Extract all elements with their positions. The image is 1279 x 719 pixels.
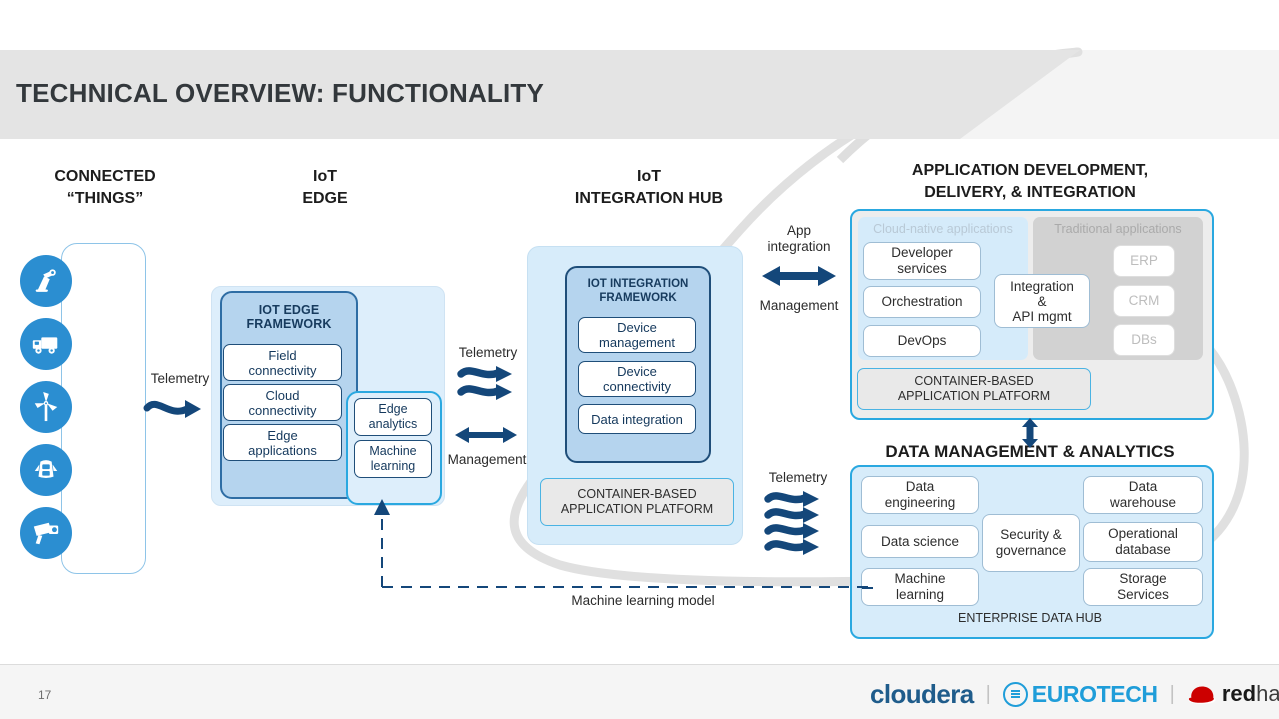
edge-item-edge-applications[interactable]: Edge applications	[223, 424, 342, 461]
robot-arm-icon	[35, 269, 56, 292]
caption-line-1: IoT	[637, 168, 661, 185]
data-item-security-governance[interactable]: Security & governance	[982, 514, 1080, 572]
edge-item-cloud-connectivity[interactable]: Cloud connectivity	[223, 384, 342, 421]
caption-line-2: EDGE	[302, 190, 348, 207]
camera-icon	[33, 522, 59, 545]
redhat-logo-text: redhat	[1222, 681, 1279, 707]
footer-logos: cloudera | EUROTECH | redhat	[870, 679, 1279, 709]
label-ml-model: Machine learning model	[571, 593, 715, 608]
data-item-data-engineering[interactable]: Data engineering	[861, 476, 979, 514]
thing-car[interactable]	[20, 444, 72, 496]
page-number: 17	[38, 688, 52, 702]
thing-truck[interactable]	[20, 318, 72, 370]
car-icon	[34, 460, 58, 478]
data-item-data-science[interactable]: Data science	[861, 525, 979, 558]
data-item-operational-database[interactable]: Operational database	[1083, 522, 1203, 562]
app-integration-arrow	[762, 266, 836, 286]
caption-line-1: IoT	[313, 168, 337, 185]
caption-line-2: “THINGS”	[66, 190, 144, 207]
appdev-item-developer-services[interactable]: Developer services	[863, 242, 981, 280]
ml-model-line-endcap	[862, 587, 880, 589]
appdev-item-crm[interactable]: CRM	[1113, 285, 1175, 317]
caption-iot-edge: IoT EDGE	[240, 166, 410, 210]
label-app-integration: App integration	[767, 223, 831, 254]
caption-line-2: DELIVERY, & INTEGRATION	[924, 184, 1136, 201]
label-telemetry-edge-hub: Telemetry	[458, 345, 518, 360]
data-item-data-warehouse[interactable]: Data warehouse	[1083, 476, 1203, 514]
data-item-storage-services[interactable]: Storage Services	[1083, 568, 1203, 606]
thing-robot-arm[interactable]	[20, 255, 72, 307]
thing-wind-turbine[interactable]	[20, 381, 72, 433]
telemetry-arrow-edge-to-hub	[457, 366, 512, 400]
page-title: TECHNICAL OVERVIEW: FUNCTIONALITY	[16, 78, 545, 108]
redhat-logo: redhat	[1187, 681, 1279, 707]
appdev-item-integration-api-mgmt[interactable]: Integration & API mgmt	[994, 274, 1090, 328]
caption-iot-integration-hub: IoT INTEGRATION HUB	[524, 166, 774, 210]
appdev-item-devops[interactable]: DevOps	[863, 325, 981, 357]
redhat-logo-text-hat: hat	[1256, 681, 1279, 706]
edge-item-machine-learning[interactable]: Machine learning	[354, 440, 432, 478]
caption-line-2: INTEGRATION HUB	[574, 190, 724, 207]
label-management-hub-app: Management	[759, 298, 839, 313]
edge-item-field-connectivity[interactable]: Field connectivity	[223, 344, 342, 381]
caption-line-1: APPLICATION DEVELOPMENT,	[911, 162, 1149, 179]
appdev-item-orchestration[interactable]: Orchestration	[863, 286, 981, 318]
label-telemetry-things-edge: Telemetry	[150, 371, 210, 386]
truck-icon	[32, 337, 58, 354]
eurotech-logo-text: EUROTECH	[1031, 680, 1158, 707]
caption-app-dev: APPLICATION DEVELOPMENT, DELIVERY, & INT…	[845, 160, 1215, 204]
hub-item-data-integration[interactable]: Data integration	[578, 404, 696, 434]
hub-item-device-connectivity[interactable]: Device connectivity	[578, 361, 696, 397]
traditional-header: Traditional applications	[1054, 222, 1182, 236]
eurotech-logo: EUROTECH	[1002, 680, 1158, 708]
iot-edge-framework-title: IOT EDGE FRAMEWORK	[246, 303, 332, 331]
caption-connected-things: CONNECTED “THINGS”	[20, 166, 190, 210]
iot-hub-framework-title: IOT INTEGRATION FRAMEWORK	[587, 278, 689, 304]
connected-things-panel	[61, 243, 146, 574]
redhat-fedora-icon	[1188, 686, 1216, 705]
appdev-item-erp[interactable]: ERP	[1113, 245, 1175, 277]
label-telemetry-hub-data: Telemetry	[768, 470, 828, 485]
enterprise-data-hub-label: ENTERPRISE DATA HUB	[957, 611, 1102, 625]
redhat-logo-text-red: red	[1221, 681, 1257, 706]
thing-camera[interactable]	[20, 507, 72, 559]
cloud-native-header: Cloud-native applications	[873, 222, 1013, 236]
logo-separator-1: |	[985, 682, 991, 705]
label-management-edge-hub: Management	[447, 452, 527, 467]
management-arrow-edge-to-hub	[455, 427, 517, 443]
logo-separator-2: |	[1169, 682, 1175, 705]
caption-line-1: CONNECTED	[54, 168, 156, 185]
edge-item-edge-analytics[interactable]: Edge analytics	[354, 398, 432, 436]
telemetry-arrow-things-to-edge	[143, 400, 201, 418]
appdev-container-platform[interactable]: CONTAINER-BASED APPLICATION PLATFORM	[857, 368, 1091, 410]
appdev-data-vertical-arrow	[1022, 418, 1038, 448]
hub-item-device-management[interactable]: Device management	[578, 317, 696, 353]
cloudera-logo: cloudera	[870, 678, 974, 709]
eurotech-mark-icon	[1002, 681, 1028, 707]
wind-turbine-icon	[34, 392, 58, 422]
appdev-item-dbs[interactable]: DBs	[1113, 324, 1175, 356]
ml-model-feedback-line	[374, 499, 868, 588]
